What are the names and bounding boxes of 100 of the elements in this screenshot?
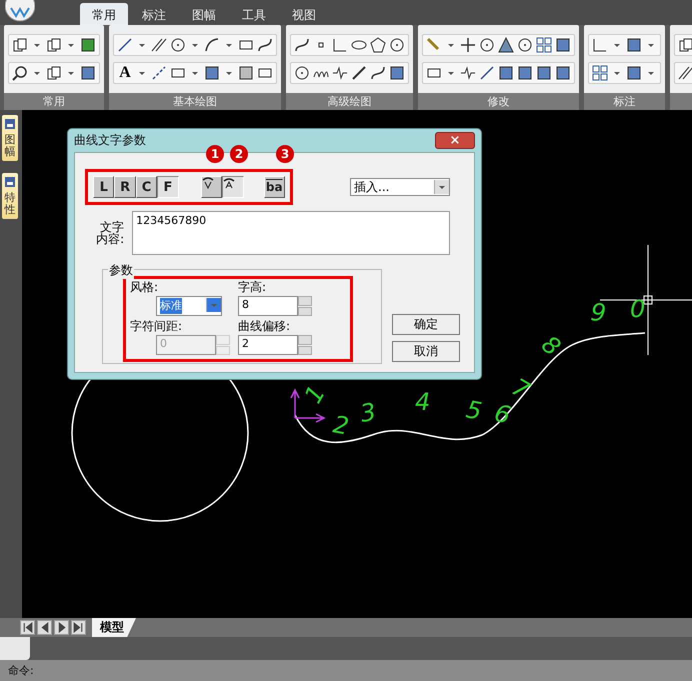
dropdown-caret-icon[interactable] bbox=[139, 72, 145, 74]
ribbon-tab[interactable]: 常用 bbox=[80, 3, 128, 25]
field-label: 字符间距: bbox=[130, 318, 184, 335]
layout-tab[interactable]: 模型 bbox=[92, 618, 136, 637]
pages-icon[interactable] bbox=[12, 37, 28, 53]
text-direction-button[interactable] bbox=[222, 176, 244, 198]
dropdown-caret-icon[interactable] bbox=[226, 44, 232, 46]
text-direction-button[interactable]: ba bbox=[264, 176, 285, 198]
tab-nav-icon[interactable] bbox=[37, 620, 52, 635]
panel-label: 修改 bbox=[418, 93, 579, 110]
pages-icon[interactable] bbox=[678, 37, 692, 53]
line-icon[interactable] bbox=[117, 37, 133, 53]
square-icon[interactable] bbox=[555, 65, 571, 81]
lines-icon[interactable] bbox=[151, 37, 167, 53]
ribbon-tab[interactable]: 标注 bbox=[130, 3, 178, 25]
dropdown-caret-icon[interactable] bbox=[614, 44, 620, 46]
dropdown-caret-icon[interactable] bbox=[192, 72, 198, 74]
dropdown-caret-icon[interactable] bbox=[68, 72, 74, 74]
zigzag-icon[interactable] bbox=[460, 65, 476, 81]
circle-icon[interactable] bbox=[389, 37, 405, 53]
dialog-button[interactable]: 取消 bbox=[392, 341, 460, 362]
field-label: 曲线偏移: bbox=[238, 318, 292, 335]
align-button[interactable]: F bbox=[157, 176, 179, 198]
dropdown-caret-icon[interactable] bbox=[34, 72, 40, 74]
dropdown-caret-icon[interactable] bbox=[448, 72, 454, 74]
pentagon-icon[interactable] bbox=[370, 37, 386, 53]
panel-icon bbox=[4, 176, 16, 188]
panel-label: 高级绘图 bbox=[286, 93, 413, 110]
app-logo-icon[interactable] bbox=[5, 0, 35, 22]
dropdown-caret-icon[interactable] bbox=[226, 72, 232, 74]
grid-icon[interactable] bbox=[536, 37, 552, 53]
align-button[interactable]: L bbox=[93, 176, 114, 198]
square-icon[interactable] bbox=[498, 65, 514, 81]
insert-dropdown[interactable]: 插入... bbox=[350, 178, 450, 196]
square-icon[interactable] bbox=[204, 65, 220, 81]
circle-icon[interactable] bbox=[294, 65, 310, 81]
tab-nav-icon[interactable] bbox=[20, 620, 35, 635]
curve-icon[interactable] bbox=[370, 65, 386, 81]
pages-icon[interactable] bbox=[46, 65, 62, 81]
angle-icon[interactable] bbox=[332, 37, 348, 53]
panel-label: 标注 bbox=[584, 93, 665, 110]
dropdown-caret-icon[interactable] bbox=[614, 72, 620, 74]
hatch-icon[interactable] bbox=[238, 65, 254, 81]
close-button[interactable]: × bbox=[435, 132, 475, 149]
curve-icon[interactable] bbox=[294, 37, 310, 53]
text-content-field[interactable]: 1234567890 bbox=[132, 211, 450, 255]
field-label: 字高: bbox=[238, 279, 268, 296]
zigzag-icon[interactable] bbox=[332, 65, 348, 81]
cross-icon[interactable] bbox=[460, 37, 476, 53]
dropdown-caret-icon[interactable] bbox=[139, 44, 145, 46]
number-badge: 3 bbox=[276, 145, 294, 163]
arc-icon[interactable] bbox=[204, 37, 220, 53]
dropdown-caret-icon[interactable] bbox=[34, 44, 40, 46]
curve-digit: 1 bbox=[298, 380, 331, 408]
ribbon-tab[interactable]: 图幅 bbox=[180, 3, 228, 25]
tab-nav-icon[interactable] bbox=[54, 620, 69, 635]
number-field[interactable]: 8 bbox=[238, 296, 298, 316]
circle-icon[interactable] bbox=[170, 37, 186, 53]
dashed-icon[interactable] bbox=[151, 65, 167, 81]
dropdown-caret-icon[interactable] bbox=[68, 44, 74, 46]
dropdown-caret-icon[interactable] bbox=[648, 72, 654, 74]
ribbon-tab[interactable]: 视图 bbox=[280, 3, 328, 25]
dropdown-caret-icon[interactable] bbox=[448, 44, 454, 46]
square-icon[interactable] bbox=[536, 65, 552, 81]
grid-icon[interactable] bbox=[592, 65, 608, 81]
triangle-icon[interactable] bbox=[498, 37, 514, 53]
refresh-icon[interactable] bbox=[80, 37, 96, 53]
line-icon[interactable] bbox=[479, 65, 495, 81]
square-icon[interactable] bbox=[555, 37, 571, 53]
square-icon[interactable] bbox=[626, 37, 642, 53]
circle-icon[interactable] bbox=[517, 37, 533, 53]
square-icon[interactable] bbox=[80, 65, 96, 81]
align-button[interactable]: C bbox=[136, 176, 158, 198]
lines-icon[interactable] bbox=[678, 65, 692, 81]
square-icon[interactable] bbox=[389, 65, 405, 81]
number-field[interactable]: 2 bbox=[238, 335, 298, 355]
text-tool-icon[interactable]: A bbox=[117, 65, 133, 81]
tab-nav-icon[interactable] bbox=[71, 620, 86, 635]
square-icon[interactable] bbox=[626, 65, 642, 81]
style-dropdown[interactable]: 标准 bbox=[156, 296, 222, 316]
dropdown-caret-icon[interactable] bbox=[648, 44, 654, 46]
ribbon-tab[interactable]: 工具 bbox=[230, 3, 278, 25]
curve-digit: 9 bbox=[589, 298, 608, 328]
angle-icon[interactable] bbox=[592, 37, 608, 53]
panel-icon bbox=[4, 118, 16, 130]
panel-label: 常用 bbox=[4, 93, 104, 110]
curve-icon[interactable] bbox=[257, 37, 273, 53]
dialog-title: 曲线文字参数 bbox=[74, 132, 146, 149]
dropdown-caret-icon[interactable] bbox=[192, 44, 198, 46]
side-tab[interactable]: 图幅 bbox=[2, 115, 18, 162]
panel-handle[interactable] bbox=[0, 637, 30, 660]
dialog-button[interactable]: 确定 bbox=[392, 314, 460, 335]
text-above-arc-icon bbox=[223, 177, 236, 189]
magnifier-icon[interactable] bbox=[12, 65, 28, 81]
circle-icon[interactable] bbox=[479, 37, 495, 53]
align-button[interactable]: R bbox=[114, 176, 136, 198]
side-tab[interactable]: 特性 bbox=[2, 173, 18, 220]
curve-digit: 2 bbox=[330, 410, 351, 441]
pages-icon[interactable] bbox=[46, 37, 62, 53]
square-icon[interactable] bbox=[517, 65, 533, 81]
